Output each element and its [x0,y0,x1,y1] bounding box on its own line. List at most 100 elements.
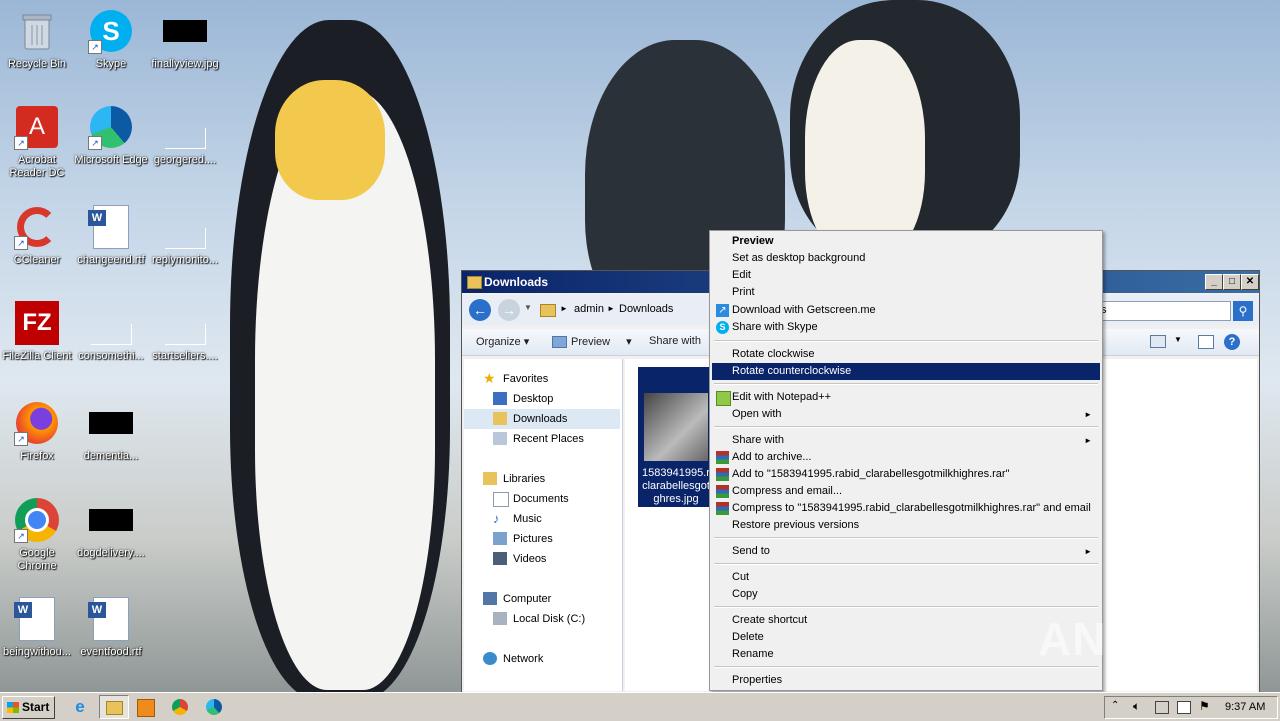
nav-pictures[interactable]: Pictures [464,529,620,549]
nav-music[interactable]: ♪ Music [464,509,620,529]
desktop-icon-firefox[interactable]: ↗ Firefox [0,400,74,463]
desktop-icon-consomethi[interactable]: consomethi... [74,300,148,363]
flag-icon[interactable]: ⚑ [1199,699,1210,713]
file-item-selected[interactable]: 1583941995.r clarabellesgot ghres.jpg [638,367,714,507]
menu-item-compress-to-rar-email[interactable]: Compress to "1583941995.rabid_clarabelle… [712,500,1100,517]
nav-recent-places[interactable]: Recent Places [464,429,620,449]
desktop-icon-dementia[interactable]: dementia... [74,400,148,463]
preview-icon [552,336,567,349]
desktop-icon-label: replymonito... [151,254,219,266]
nav-downloads[interactable]: Downloads [464,409,620,429]
anyrun-watermark: ANY RUN [1038,613,1254,665]
menu-item-restore-previous-versions[interactable]: Restore previous versions [712,517,1100,534]
menu-item-open-with[interactable]: Open with ► [712,406,1100,423]
desktop-icon-label: Skype [95,58,127,70]
desktop-icon-chrome[interactable]: ↗ Google Chrome [0,497,74,573]
media-player-icon[interactable] [137,699,155,717]
nav-libraries[interactable]: Libraries [464,469,620,489]
menu-item-add-to-rar[interactable]: Add to "1583941995.rabid_clarabellesgotm… [712,466,1100,483]
menu-item-rotate-clockwise[interactable]: Rotate clockwise [712,346,1100,363]
desktop-icon-replymonito[interactable]: replymonito... [148,204,222,267]
taskbar: Start e ⌃ 🔈︎ ⚑ 9:37 AM [0,692,1280,721]
nav-desktop[interactable]: Desktop [464,389,620,409]
firefox-icon: ↗ [14,400,60,446]
menu-item-edit-notepadpp[interactable]: Edit with Notepad++ [712,389,1100,406]
file-explorer-taskbar-icon[interactable] [99,695,129,719]
chrome-taskbar-icon[interactable] [172,699,188,715]
clock[interactable]: 9:37 AM [1225,701,1265,713]
desktop-icon-beingwithou[interactable]: W beingwithou... [0,596,74,659]
chevron-down-icon[interactable]: ▼ [524,303,532,312]
preview-button[interactable]: Preview ▾ [552,335,632,349]
menu-item-copy[interactable]: Copy [712,586,1100,603]
menu-item-share-with[interactable]: Share with ► [712,432,1100,449]
desktop-icon-finallyview[interactable]: finallyview.jpg [148,8,222,71]
organize-button[interactable]: Organize ▾ [476,335,529,348]
desktop-icon-label: finallyview.jpg [151,58,219,70]
nav-network[interactable]: Network [464,649,620,669]
menu-item-set-desktop-background[interactable]: Set as desktop background [712,250,1100,267]
start-button[interactable]: Start [2,696,55,719]
folder-icon [540,304,556,317]
desktop-icon-ccleaner[interactable]: ↗ CCleaner [0,204,74,267]
share-with-button[interactable]: Share with [649,335,701,347]
desktop-icon-recycle-bin[interactable]: Recycle Bin [0,8,74,71]
breadcrumb-admin[interactable]: admin [574,303,604,315]
winrar-icon [716,451,729,464]
menu-item-edit[interactable]: Edit [712,267,1100,284]
nav-computer[interactable]: Computer [464,589,620,609]
search-icon[interactable]: ⚲ [1233,301,1253,321]
menu-separator [714,666,1098,668]
desktop-icon-acrobat[interactable]: A ↗ Acrobat Reader DC [0,104,74,180]
wallpaper-penguin-right-belly [805,40,925,260]
desktop-icon-startseliers[interactable]: startseliers.... [148,300,222,363]
tray-expand-icon[interactable]: ⌃ [1111,700,1119,711]
edge-icon: ↗ [88,104,134,150]
menu-item-preview[interactable]: Preview [712,233,1100,250]
menu-item-cut[interactable]: Cut [712,569,1100,586]
desktop-icon-dogdelivery[interactable]: dogdelivery.... [74,497,148,560]
nav-videos[interactable]: Videos [464,549,620,569]
desktop-icon-eventfood[interactable]: W eventfood.rtf [74,596,148,659]
menu-item-download-getscreen[interactable]: ↗ Download with Getscreen.me [712,302,1100,319]
view-options-icon[interactable] [1150,335,1166,348]
forward-button[interactable]: → [498,299,520,321]
help-icon[interactable]: ? [1224,334,1240,350]
chevron-down-icon[interactable]: ▼ [1174,335,1182,344]
word-doc-icon: W [88,596,134,642]
edge-taskbar-icon[interactable] [206,699,222,715]
network-tray-icon[interactable] [1155,701,1169,714]
menu-item-compress-email[interactable]: Compress and email... [712,483,1100,500]
menu-item-print[interactable]: Print [712,284,1100,301]
menu-item-properties[interactable]: Properties [712,672,1100,689]
desktop-icon [493,392,507,405]
volume-icon[interactable]: 🔈︎ [1133,699,1140,714]
internet-explorer-icon[interactable]: e [70,697,90,717]
downloads-folder-icon [493,412,507,425]
desktop-icon-changeend[interactable]: W changeend.rtf [74,204,148,267]
desktop-icon-label: Google Chrome [17,547,57,572]
star-icon: ★ [483,370,496,386]
maximize-button[interactable]: □ [1223,274,1241,290]
preview-pane-icon[interactable] [1198,335,1214,349]
display-tray-icon[interactable] [1177,701,1191,714]
nav-local-disk[interactable]: Local Disk (C:) [464,609,620,629]
desktop-icon-skype[interactable]: S ↗ Skype [74,8,148,71]
back-button[interactable]: ← [469,299,491,321]
menu-item-share-skype[interactable]: S Share with Skype [712,319,1100,336]
minimize-button[interactable]: _ [1205,274,1223,290]
network-icon [483,652,497,665]
search-input[interactable]: s [1099,301,1231,321]
nav-favorites[interactable]: ★ Favorites [464,369,620,389]
menu-item-send-to[interactable]: Send to ► [712,543,1100,560]
menu-item-rotate-counterclockwise[interactable]: Rotate counterclockwise [712,363,1100,380]
desktop-icon-edge[interactable]: ↗ Microsoft Edge [74,104,148,167]
breadcrumb-downloads[interactable]: Downloads [619,303,673,315]
nav-documents[interactable]: Documents [464,489,620,509]
desktop-icon-filezilla[interactable]: FZ FileZilla Client [0,300,74,363]
close-button[interactable]: ✕ [1241,274,1259,290]
desktop-icon-georgered[interactable]: georgered.... [148,104,222,167]
word-doc-icon: W [88,204,134,250]
menu-item-add-to-archive[interactable]: Add to archive... [712,449,1100,466]
submenu-arrow-icon: ► [1084,547,1092,556]
